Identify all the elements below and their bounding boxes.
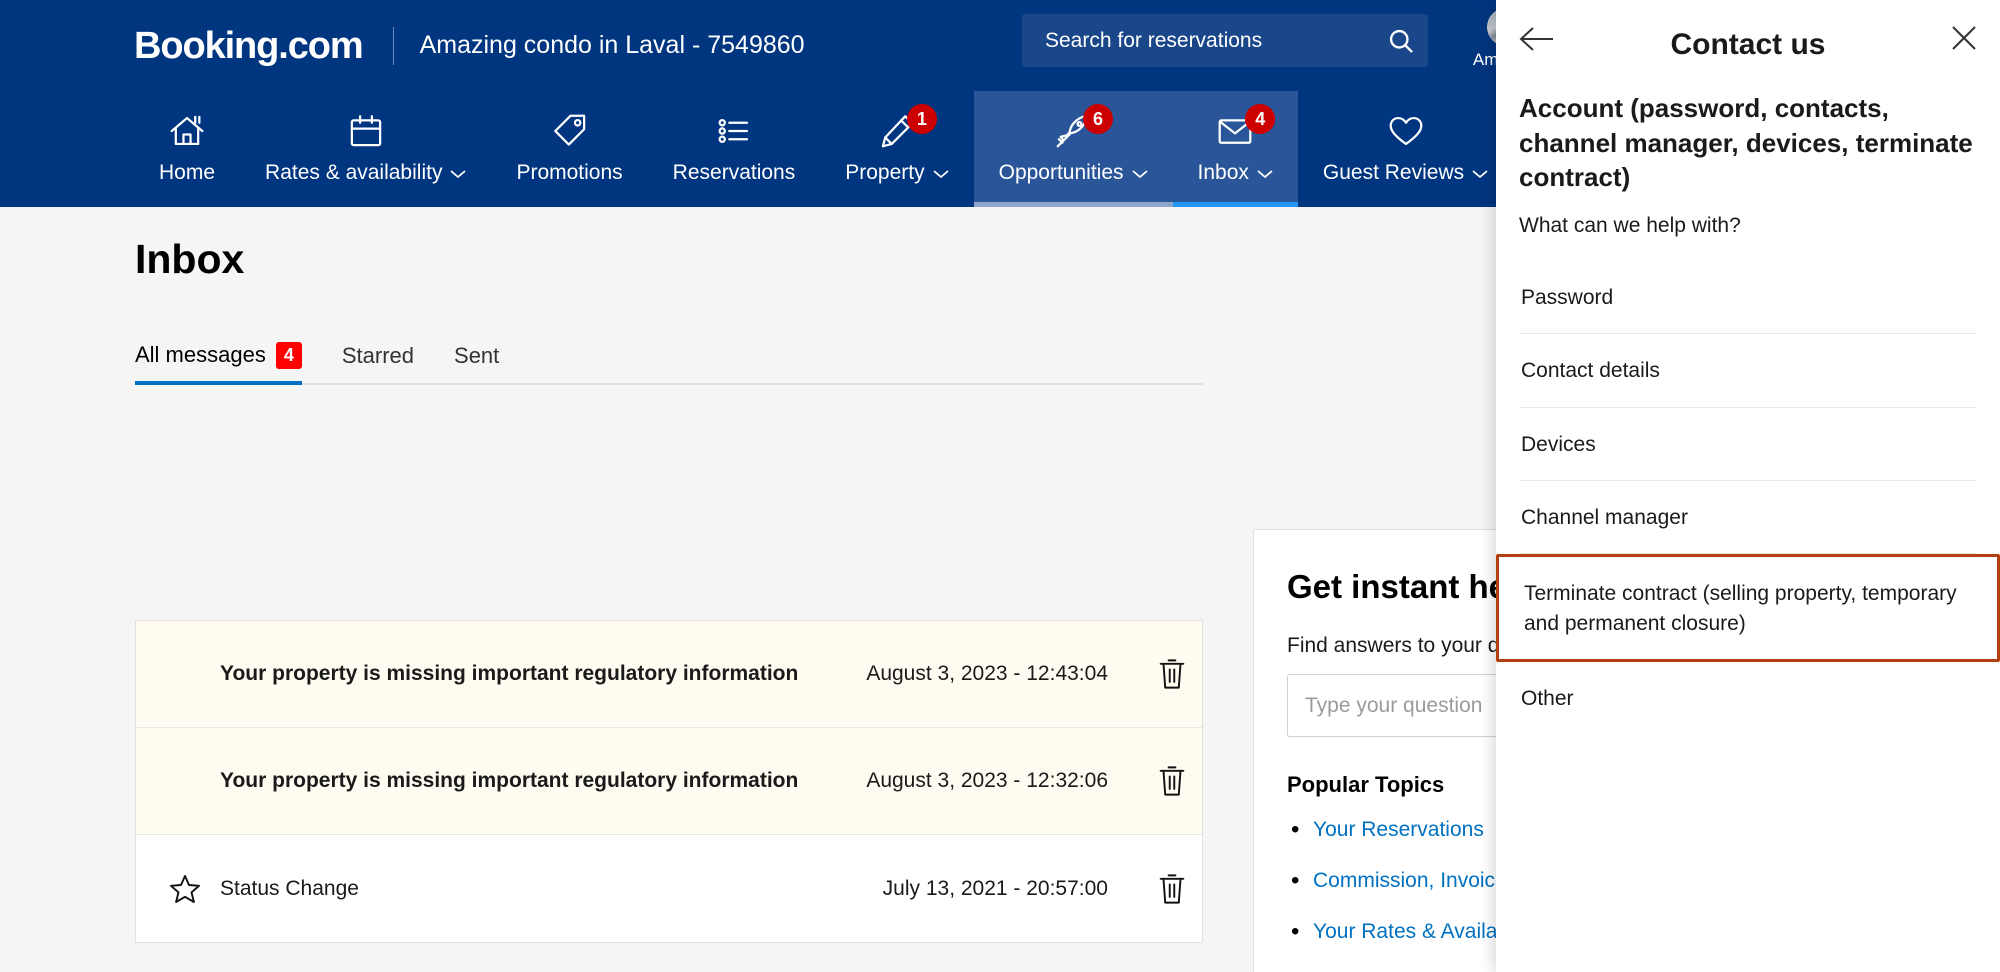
chevron-down-icon <box>1472 161 1488 185</box>
message-row[interactable]: Status Change July 13, 2021 - 20:57:00 <box>136 835 1202 942</box>
message-row[interactable]: Your property is missing important regul… <box>136 728 1202 835</box>
nav-item-property[interactable]: 1 Property <box>820 91 973 207</box>
star-icon[interactable] <box>168 872 220 906</box>
search-box[interactable] <box>1022 14 1428 67</box>
tab-label: Starred <box>341 342 415 368</box>
chevron-down-icon <box>933 161 949 185</box>
contact-panel-header: Contact us <box>1496 0 2000 89</box>
message-subject: Your property is missing important regul… <box>220 769 799 792</box>
booking-logo[interactable]: Booking.com <box>134 27 364 65</box>
message-subject: Your property is missing important regul… <box>220 662 799 685</box>
close-icon[interactable] <box>1950 24 1978 57</box>
nav-item-promotions[interactable]: Promotions <box>491 91 647 207</box>
contact-category-heading: Account (password, contacts, channel man… <box>1519 93 1973 193</box>
tab-label: All messages <box>135 342 266 368</box>
message-list: Your property is missing important regul… <box>135 620 1203 943</box>
list-icon <box>714 111 754 156</box>
inbox-tabs: All messages 4 Starred Sent <box>135 342 1203 385</box>
home-icon <box>167 111 207 156</box>
nav-item-label: Guest Reviews <box>1322 161 1465 184</box>
nav-item-home[interactable]: Home <box>134 91 240 207</box>
nav-item-rates-availability[interactable]: Rates & availability <box>240 91 491 207</box>
message-date: August 3, 2023 - 12:32:06 <box>866 769 1108 792</box>
header-divider <box>392 26 394 65</box>
calendar-icon <box>346 111 386 156</box>
tag-icon <box>550 111 590 156</box>
message-date: July 13, 2021 - 20:57:00 <box>882 876 1108 900</box>
message-date: August 3, 2023 - 12:43:04 <box>866 662 1108 685</box>
trash-icon[interactable] <box>1142 872 1202 906</box>
chevron-down-icon <box>1257 161 1273 185</box>
tab-sent[interactable]: Sent <box>454 343 499 383</box>
message-row[interactable]: Your property is missing important regul… <box>136 621 1202 728</box>
page-title: Inbox <box>135 236 245 282</box>
contact-option-devices[interactable]: Devices <box>1519 408 1977 481</box>
trash-icon[interactable] <box>1142 764 1202 798</box>
nav-item-label: Rates & availability <box>265 161 443 184</box>
tab-badge: 4 <box>275 342 302 369</box>
chevron-down-icon <box>1131 161 1148 185</box>
nav-item-reservations[interactable]: Reservations <box>648 91 821 207</box>
nav-badge: 4 <box>1245 104 1276 134</box>
contact-panel-body: Account (password, contacts, channel man… <box>1496 91 2000 734</box>
tab-label: Sent <box>454 342 500 368</box>
nav-badge: 6 <box>1083 104 1114 134</box>
search-icon[interactable] <box>1374 27 1428 55</box>
contact-panel-title: Contact us <box>1670 27 1826 61</box>
trash-icon[interactable] <box>1142 657 1202 691</box>
tab-all-messages[interactable]: All messages 4 <box>135 342 302 384</box>
contact-option-password[interactable]: Password <box>1519 261 1977 335</box>
back-arrow-icon[interactable] <box>1518 24 1556 59</box>
nav-item-inbox[interactable]: 4 Inbox <box>1172 91 1299 207</box>
contact-option-contact[interactable]: Contact details <box>1519 334 1977 408</box>
nav-item-guest-reviews[interactable]: Guest Reviews <box>1298 91 1513 207</box>
nav-item-label: Property <box>845 161 925 184</box>
chevron-down-icon <box>450 161 467 185</box>
contact-options-list: Password Contact details Devices Channel ma… <box>1496 261 2000 735</box>
app-root: Booking.com Amazing condo in Laval - 754… <box>0 0 2000 972</box>
nav-item-label: Opportunities <box>998 161 1124 184</box>
property-name: Amazing condo in Laval - 7549860 <box>419 31 805 59</box>
contact-option-channel[interactable]: Channel manager <box>1519 481 1977 555</box>
search-input[interactable] <box>1022 28 1374 53</box>
nav-item-label: Promotions <box>516 161 623 184</box>
nav-badge: 1 <box>906 104 937 134</box>
nav-item-opportunities[interactable]: 6 Opportunities <box>973 91 1173 207</box>
heart-icon <box>1386 111 1426 156</box>
nav-item-label: Inbox <box>1197 161 1249 184</box>
contact-question: What can we help with? <box>1519 213 1741 237</box>
nav-item-label: Reservations <box>672 161 796 184</box>
contact-option-terminate[interactable]: Terminate contract (selling property, te… <box>1496 554 2000 663</box>
contact-option-other[interactable]: Other <box>1519 662 1977 734</box>
contact-us-panel: Contact us Account (password, contacts, … <box>1496 0 2000 972</box>
message-subject: Status Change <box>220 876 359 900</box>
tab-starred[interactable]: Starred <box>342 343 414 383</box>
nav-item-label: Home <box>159 161 216 184</box>
